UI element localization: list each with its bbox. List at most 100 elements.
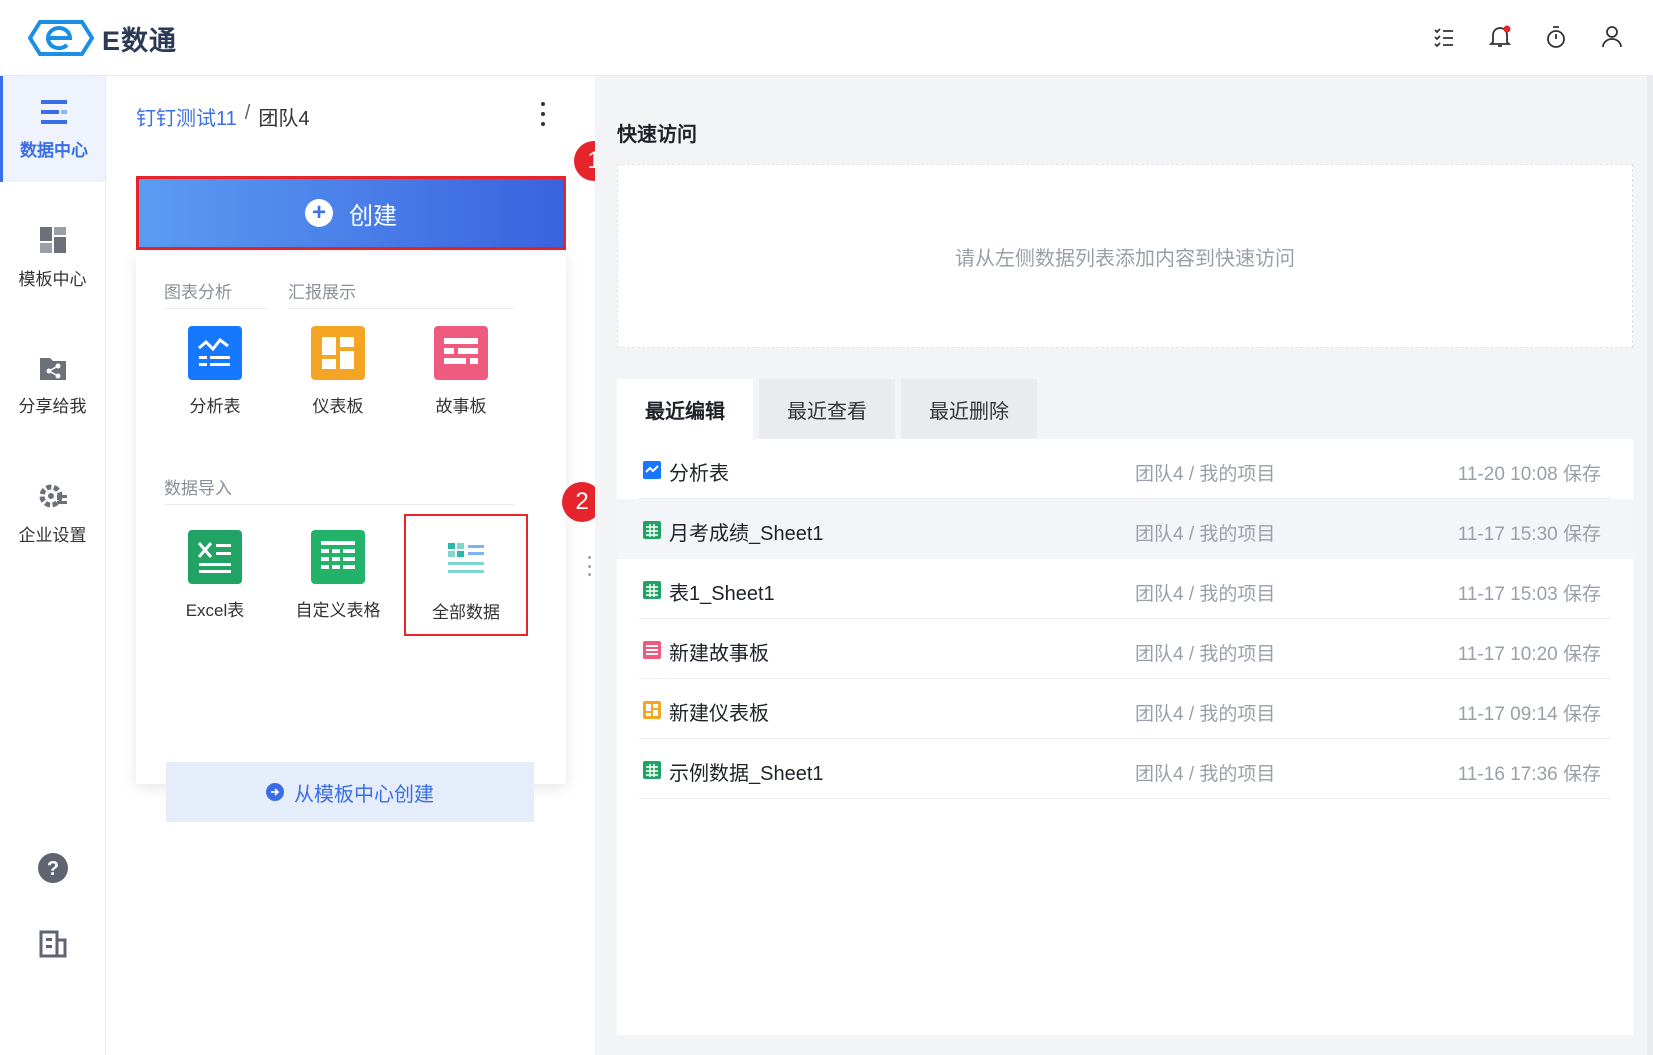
item-name: 示例数据_Sheet1 bbox=[669, 763, 824, 785]
create-button[interactable]: + 创建 bbox=[136, 176, 566, 250]
item-name: 新建故事板 bbox=[669, 643, 769, 665]
timer-icon[interactable] bbox=[1541, 22, 1571, 52]
arrow-right-icon bbox=[266, 783, 284, 801]
item-name: 月考成绩_Sheet1 bbox=[669, 523, 824, 545]
tile-label: 自定义表格 bbox=[295, 601, 381, 620]
item-location: 团队4 / 我的项目 bbox=[1135, 704, 1276, 725]
item-location: 团队4 / 我的项目 bbox=[1135, 524, 1276, 545]
list-item[interactable]: 示例数据_Sheet1 团队4 / 我的项目 11-16 17:36 保存 bbox=[617, 739, 1633, 799]
project-panel: 钉钉测试11 / 团队4 + 创建 图表分析 汇报展示 分析表 仪表板 故事板 … bbox=[106, 76, 595, 1055]
recent-tabs: 最近编辑 最近查看 最近删除 bbox=[617, 379, 1037, 439]
nav-item-enterprise-settings[interactable]: 企业设置 bbox=[0, 460, 105, 566]
all-data-button[interactable]: 全部数据 bbox=[404, 514, 528, 636]
item-name: 新建仪表板 bbox=[669, 703, 769, 725]
divider bbox=[288, 308, 514, 309]
all-data-icon bbox=[439, 532, 493, 586]
more-options-icon[interactable] bbox=[533, 102, 553, 126]
divider bbox=[164, 308, 268, 309]
logo-mark-icon bbox=[28, 20, 94, 56]
create-dashboard[interactable]: 仪表板 bbox=[283, 326, 393, 436]
nav-label: 分享给我 bbox=[18, 396, 87, 416]
organization-button[interactable] bbox=[0, 928, 105, 958]
tab-recently-edited[interactable]: 最近编辑 bbox=[617, 379, 753, 439]
storyboard-icon bbox=[434, 326, 488, 380]
sheet-icon bbox=[643, 761, 661, 779]
sheet-icon bbox=[643, 521, 661, 539]
tile-label: 全部数据 bbox=[432, 603, 500, 622]
create-analysis-table[interactable]: 分析表 bbox=[160, 326, 270, 436]
user-icon[interactable] bbox=[1597, 22, 1627, 52]
nav-label: 企业设置 bbox=[18, 525, 87, 545]
create-menu: 图表分析 汇报展示 分析表 仪表板 故事板 数据导入 Excel表 自定义表格 … bbox=[136, 252, 566, 822]
nav-item-template-center[interactable]: 模板中心 bbox=[0, 204, 105, 310]
nav-item-data-center[interactable]: 数据中心 bbox=[0, 76, 105, 182]
analysis-table-icon bbox=[188, 326, 242, 380]
custom-table-icon bbox=[311, 530, 365, 584]
list-item[interactable]: 表1_Sheet1 团队4 / 我的项目 11-17 15:03 保存 bbox=[617, 559, 1633, 619]
breadcrumb-current: 团队4 bbox=[258, 108, 310, 130]
main-content: 快速访问 请从左侧数据列表添加内容到快速访问 最近编辑 最近查看 最近删除 分析… bbox=[595, 76, 1653, 1055]
tab-recently-deleted[interactable]: 最近删除 bbox=[901, 379, 1037, 439]
item-time: 11-17 15:30 保存 bbox=[1457, 524, 1601, 545]
storyboard-icon bbox=[643, 641, 661, 659]
settings-icon bbox=[39, 484, 67, 507]
template-button-label: 从模板中心创建 bbox=[294, 783, 434, 806]
import-excel[interactable]: Excel表 bbox=[160, 530, 270, 640]
app-name: E数通 bbox=[102, 25, 178, 56]
item-time: 11-17 10:20 保存 bbox=[1457, 644, 1601, 665]
dashboard-icon bbox=[643, 701, 661, 719]
tile-label: Excel表 bbox=[185, 601, 245, 620]
list-item[interactable]: 月考成绩_Sheet1 团队4 / 我的项目 11-17 15:30 保存 bbox=[617, 499, 1633, 559]
item-location: 团队4 / 我的项目 bbox=[1135, 464, 1276, 485]
nav-label: 模板中心 bbox=[18, 269, 87, 289]
tile-label: 仪表板 bbox=[312, 397, 364, 416]
top-bar: E数通 bbox=[0, 0, 1653, 76]
svg-text:?: ? bbox=[46, 858, 58, 880]
bell-icon[interactable] bbox=[1485, 22, 1515, 52]
nav-item-shared-with-me[interactable]: 分享给我 bbox=[0, 332, 105, 438]
create-custom-table[interactable]: 自定义表格 bbox=[283, 530, 393, 640]
divider bbox=[164, 504, 514, 505]
quick-access-title: 快速访问 bbox=[617, 124, 697, 146]
list-item[interactable]: 新建故事板 团队4 / 我的项目 11-17 10:20 保存 bbox=[617, 619, 1633, 679]
left-nav: 数据中心 模板中心 分享给我 企业设置 ? bbox=[0, 76, 106, 1055]
list-item[interactable]: 分析表 团队4 / 我的项目 11-20 10:08 保存 bbox=[617, 439, 1633, 499]
item-time: 11-20 10:08 保存 bbox=[1457, 464, 1601, 485]
recent-list: 分析表 团队4 / 我的项目 11-20 10:08 保存 月考成绩_Sheet… bbox=[617, 439, 1633, 1035]
dashboard-icon bbox=[311, 326, 365, 380]
help-button[interactable]: ? bbox=[0, 852, 105, 884]
window-scrollbar[interactable] bbox=[1647, 76, 1653, 1055]
list-item[interactable]: 新建仪表板 团队4 / 我的项目 11-17 09:14 保存 bbox=[617, 679, 1633, 739]
sheet-icon bbox=[643, 581, 661, 599]
breadcrumb-parent[interactable]: 钉钉测试11 bbox=[136, 102, 237, 131]
excel-icon bbox=[188, 530, 242, 584]
item-time: 11-16 17:36 保存 bbox=[1457, 764, 1601, 785]
create-from-template-button[interactable]: 从模板中心创建 bbox=[166, 762, 534, 822]
section-chart-analysis: 图表分析 bbox=[164, 283, 232, 302]
tile-label: 分析表 bbox=[189, 397, 241, 416]
nav-label: 数据中心 bbox=[20, 140, 88, 160]
help-icon: ? bbox=[37, 853, 68, 883]
item-time: 11-17 09:14 保存 bbox=[1457, 704, 1601, 725]
app-logo[interactable]: E数通 bbox=[28, 16, 177, 60]
create-storyboard[interactable]: 故事板 bbox=[406, 326, 516, 436]
quick-access-dropzone: 请从左侧数据列表添加内容到快速访问 bbox=[617, 164, 1633, 348]
tab-recently-viewed[interactable]: 最近查看 bbox=[759, 379, 895, 439]
item-location: 团队4 / 我的项目 bbox=[1135, 584, 1276, 605]
item-location: 团队4 / 我的项目 bbox=[1135, 764, 1276, 785]
plus-icon: + bbox=[305, 199, 333, 227]
analysis-table-icon bbox=[643, 461, 661, 479]
breadcrumb: 钉钉测试11 / 团队4 bbox=[136, 102, 309, 131]
create-label: 创建 bbox=[349, 202, 397, 230]
item-time: 11-17 15:03 保存 bbox=[1457, 584, 1601, 605]
project-header: 钉钉测试11 / 团队4 bbox=[106, 76, 595, 152]
panel-resize-handle[interactable] bbox=[586, 556, 592, 576]
building-icon bbox=[39, 930, 66, 958]
template-icon bbox=[39, 226, 66, 253]
section-data-import: 数据导入 bbox=[164, 479, 232, 498]
tasks-icon[interactable] bbox=[1429, 22, 1459, 52]
tile-label: 故事板 bbox=[435, 397, 487, 416]
item-name: 表1_Sheet1 bbox=[669, 583, 775, 605]
share-icon bbox=[39, 357, 66, 380]
item-location: 团队4 / 我的项目 bbox=[1135, 644, 1276, 665]
